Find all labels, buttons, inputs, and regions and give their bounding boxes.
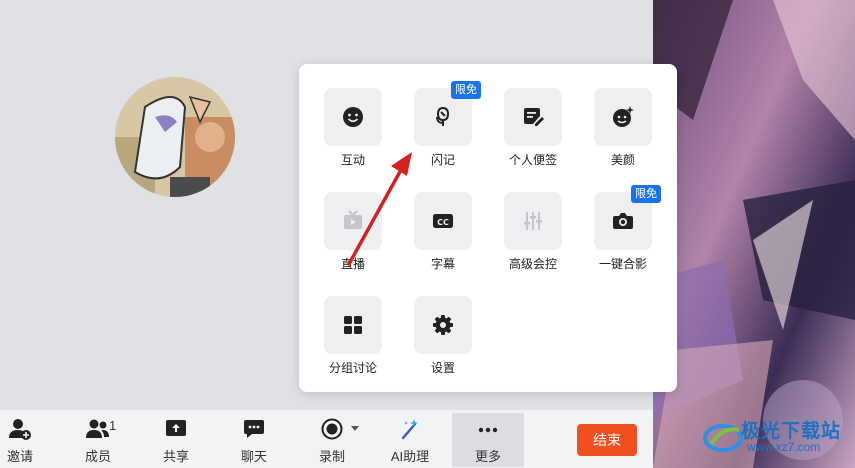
watermark-title: 极光下载站 <box>741 421 842 442</box>
end-meeting-button[interactable]: 结束 <box>577 424 637 456</box>
tile-settings[interactable]: 设置 <box>405 296 481 388</box>
watermark-url: www.xz7.com <box>747 440 821 454</box>
tile-captions-button[interactable]: CC <box>414 192 472 250</box>
tile-label: 高级会控 <box>508 257 557 271</box>
tile-label: 分组讨论 <box>328 361 377 375</box>
tile-live[interactable]: 直播 <box>315 192 391 284</box>
beauty-face-icon <box>613 106 634 127</box>
tile-group-photo[interactable]: 限免 一键合影 <box>585 185 661 284</box>
tile-captions[interactable]: CC 字幕 <box>405 192 481 284</box>
tile-breakout-rooms[interactable]: 分组讨论 <box>315 296 391 388</box>
members-icon <box>86 419 109 438</box>
bottom-toolbar: 邀请 1 成员 共享 聊天 录制 AI助理 更多 结束 <box>0 410 653 468</box>
limited-free-badge: 限免 <box>451 81 481 99</box>
share-screen-icon <box>166 420 186 436</box>
camera-icon <box>613 213 633 229</box>
smile-icon <box>343 107 363 127</box>
add-user-icon <box>9 419 31 440</box>
ai-assistant-label: AI助理 <box>390 449 430 464</box>
mic-note-icon <box>436 106 450 126</box>
tile-label: 个人便签 <box>508 153 557 167</box>
tile-label: 直播 <box>340 257 365 271</box>
more-button[interactable]: 更多 <box>452 413 524 467</box>
tile-flash-note-button[interactable]: 限免 <box>414 81 481 146</box>
record-icon <box>321 418 343 440</box>
note-edit-icon <box>524 108 544 126</box>
side-artwork-image: 极光下载站 www.xz7.com <box>653 0 855 468</box>
gear-icon <box>433 315 453 335</box>
share-button[interactable]: 共享 <box>151 410 201 468</box>
magic-wand-icon <box>401 419 418 440</box>
tile-beauty[interactable]: 美颜 <box>585 88 661 180</box>
record-button[interactable]: 录制 <box>307 410 359 468</box>
member-count: 1 <box>109 418 117 433</box>
svg-text:CC: CC <box>437 218 449 227</box>
tile-beauty-button[interactable] <box>594 88 652 146</box>
members-button[interactable]: 1 成员 <box>73 410 123 468</box>
ai-assistant-button[interactable]: AI助理 <box>385 410 435 468</box>
tile-label: 互动 <box>340 153 365 167</box>
chat-icon <box>244 420 264 438</box>
chat-label: 聊天 <box>240 449 267 464</box>
tile-flash-note[interactable]: 限免 闪记 <box>405 81 481 180</box>
tile-group-photo-button[interactable]: 限免 <box>594 185 661 250</box>
tile-interaction-button[interactable] <box>324 88 382 146</box>
tile-advanced-control[interactable]: 高级会控 <box>495 192 571 284</box>
participant-avatar <box>115 77 235 197</box>
grid-icon <box>344 316 362 334</box>
more-options-panel: 互动 限免 闪记 个人便签 美颜 直播 CC 字幕 高级会控 限免 一键合影 分… <box>299 64 677 392</box>
tile-label: 美颜 <box>610 153 635 167</box>
tile-live-button[interactable] <box>324 192 382 250</box>
invite-button[interactable]: 邀请 <box>0 410 45 468</box>
tile-breakout-rooms-button[interactable] <box>324 296 382 354</box>
chat-button[interactable]: 聊天 <box>229 410 279 468</box>
limited-free-badge: 限免 <box>631 185 661 203</box>
sliders-icon <box>524 212 542 230</box>
more-label: 更多 <box>474 449 501 464</box>
tile-personal-note-button[interactable] <box>504 88 562 146</box>
record-label: 录制 <box>318 449 345 464</box>
tile-personal-note[interactable]: 个人便签 <box>495 88 571 180</box>
share-label: 共享 <box>162 449 189 464</box>
tile-label: 设置 <box>430 361 455 375</box>
tile-settings-button[interactable] <box>414 296 472 354</box>
watermark: 极光下载站 www.xz7.com <box>703 412 853 462</box>
invite-label: 邀请 <box>6 449 33 464</box>
tile-label: 字幕 <box>430 257 455 271</box>
live-tv-icon <box>344 210 362 229</box>
tile-interaction[interactable]: 互动 <box>315 88 391 180</box>
more-dots-icon <box>478 427 498 433</box>
chevron-down-icon[interactable] <box>351 426 359 432</box>
tile-label: 闪记 <box>430 153 455 167</box>
watermark-logo-icon <box>703 424 743 452</box>
tile-label: 一键合影 <box>598 257 647 271</box>
members-label: 成员 <box>84 449 111 464</box>
captions-cc-icon: CC <box>433 214 453 228</box>
tile-advanced-control-button[interactable] <box>504 192 562 250</box>
